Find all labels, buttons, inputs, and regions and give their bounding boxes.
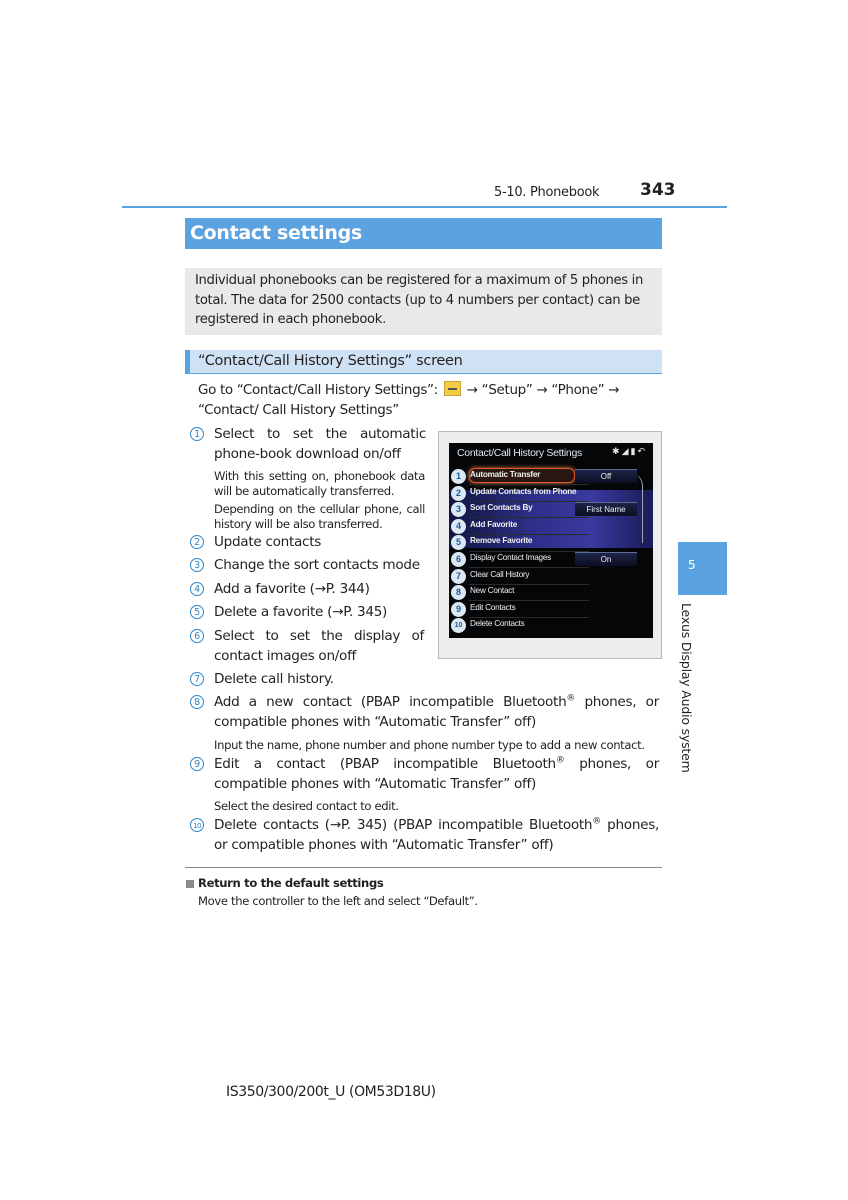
callout-number: 2 xyxy=(451,485,466,501)
screen-row-label: Add Favorite xyxy=(470,519,518,529)
item-note: Depending on the cellular phone, call hi… xyxy=(214,502,425,531)
row-divider xyxy=(469,616,589,618)
number-circle: 5 xyxy=(190,605,204,619)
callout-number: 1 xyxy=(451,469,466,484)
number-circle: 3 xyxy=(190,558,204,572)
number-circle: 6 xyxy=(190,629,204,643)
callout-number: 9 xyxy=(451,601,466,617)
screen-menu-row[interactable]: 3 Sort Contacts By First Name xyxy=(449,501,653,518)
registered-mark: ® xyxy=(566,693,576,704)
screen-row-label: Edit Contacts xyxy=(470,602,516,612)
callout-number: 5 xyxy=(451,535,466,551)
chapter-label: Lexus Display Audio system xyxy=(679,603,694,773)
screen-row-label: Automatic Transfer xyxy=(470,470,541,479)
screen-menu-row[interactable]: 1 Automatic Transfer Off xyxy=(449,468,653,485)
item-text-part: Delete contacts (→P. 345) (PBAP incompat… xyxy=(214,817,593,833)
screen-menu-row[interactable]: 5 Remove Favorite xyxy=(449,534,653,551)
item-text: Select to set the display of contact ima… xyxy=(214,628,424,664)
item-text: Add a favorite (→P. 344) xyxy=(214,581,370,597)
subheading: “Contact/Call History Settings” screen xyxy=(185,350,662,374)
item-note: Select the desired contact to edit. xyxy=(214,799,399,813)
registered-mark: ® xyxy=(592,816,601,827)
row-divider xyxy=(469,500,589,502)
screen-menu-row[interactable]: 4 Add Favorite xyxy=(449,518,653,535)
screen-menu-row[interactable]: 9 Edit Contacts xyxy=(449,601,653,618)
bullet-square-icon xyxy=(186,880,194,888)
goto-prefix: Go to “Contact/Call History Settings”: xyxy=(198,382,438,398)
row-divider xyxy=(469,567,589,569)
screen-row-label: Update Contacts from Phone xyxy=(470,486,577,496)
item-text-part: Add a new contact (PBAP incompatible Blu… xyxy=(214,694,567,710)
item-text: Delete a favorite (→P. 345) xyxy=(214,604,388,620)
header-rule xyxy=(122,206,727,208)
screen-menu-row[interactable]: 10 Delete Contacts xyxy=(449,617,653,634)
chapter-tab: 5 xyxy=(678,542,727,595)
callout-number: 6 xyxy=(451,552,466,567)
navigation-path: Go to “Contact/Call History Settings”: →… xyxy=(198,381,660,420)
screen-row-label: Delete Contacts xyxy=(470,619,525,629)
default-settings-body: Move the controller to the left and sele… xyxy=(198,894,478,908)
item-text-part: Edit a contact (PBAP incompatible Blueto… xyxy=(214,756,556,772)
callout-number: 3 xyxy=(451,502,466,518)
status-icons: ✱◢▮↶ xyxy=(612,446,647,456)
item-text: Delete contacts (→P. 345) (PBAP incompat… xyxy=(214,816,659,855)
screen-row-label: Display Contact Images xyxy=(470,553,551,562)
section-divider xyxy=(185,867,662,868)
registered-mark: ® xyxy=(555,755,565,766)
number-circle: 2 xyxy=(190,535,204,549)
item-text: Update contacts xyxy=(214,534,322,550)
callout-number: 8 xyxy=(451,585,466,601)
screen-title: Contact/Call History Settings xyxy=(457,447,582,459)
screen-row-value: First Name xyxy=(575,502,637,517)
footer-model-code: IS350/300/200t_U (OM53D18U) xyxy=(226,1084,436,1100)
number-circle: 10 xyxy=(190,818,204,832)
page-title: Contact settings xyxy=(185,218,662,249)
number-circle: 1 xyxy=(190,427,204,441)
callout-number: 10 xyxy=(451,618,466,634)
screen-menu-row[interactable]: 6 Display Contact Images On xyxy=(449,551,653,568)
row-divider xyxy=(469,533,589,535)
row-divider xyxy=(469,484,589,486)
screen-row-label: New Contact xyxy=(470,586,515,596)
row-divider xyxy=(469,583,589,585)
item-text: Change the sort contacts mode xyxy=(214,557,420,573)
item-note: With this setting on, phonebook data wil… xyxy=(214,469,425,498)
callout-number: 4 xyxy=(451,518,466,534)
page-number: 343 xyxy=(640,180,676,200)
screen-menu-row[interactable]: 2 Update Contacts from Phone xyxy=(449,485,653,502)
item-text: Edit a contact (PBAP incompatible Blueto… xyxy=(214,755,659,794)
row-divider xyxy=(469,550,589,552)
screen-row-label: Clear Call History xyxy=(470,569,530,579)
default-settings-title: Return to the default settings xyxy=(198,876,384,890)
number-circle: 7 xyxy=(190,672,204,686)
number-circle: 9 xyxy=(190,757,204,771)
menu-button-icon xyxy=(443,381,461,396)
item-text: Select to set the automatic phone-book d… xyxy=(214,426,426,462)
screen-row-value: Off xyxy=(575,469,637,483)
number-circle: 4 xyxy=(190,582,204,596)
callout-number: 7 xyxy=(451,568,466,584)
screen-menu-row[interactable]: 7 Clear Call History xyxy=(449,568,653,585)
screen-row-value: On xyxy=(575,552,637,566)
section-header: 5-10. Phonebook xyxy=(494,185,600,200)
settings-screen-image: Contact/Call History Settings ✱◢▮↶ 1 Auto… xyxy=(449,443,653,638)
item-note: Input the name, phone number and phone n… xyxy=(214,738,645,752)
screen-row-label: Sort Contacts By xyxy=(470,503,533,513)
screen-menu-row[interactable]: 8 New Contact xyxy=(449,584,653,601)
row-divider xyxy=(469,600,589,602)
item-text: Delete call history. xyxy=(214,671,334,687)
screen-row-label: Remove Favorite xyxy=(470,536,533,546)
info-box: Individual phonebooks can be registered … xyxy=(185,268,662,335)
number-circle: 8 xyxy=(190,695,204,709)
row-divider xyxy=(469,517,589,519)
item-text: Add a new contact (PBAP incompatible Blu… xyxy=(214,693,659,732)
